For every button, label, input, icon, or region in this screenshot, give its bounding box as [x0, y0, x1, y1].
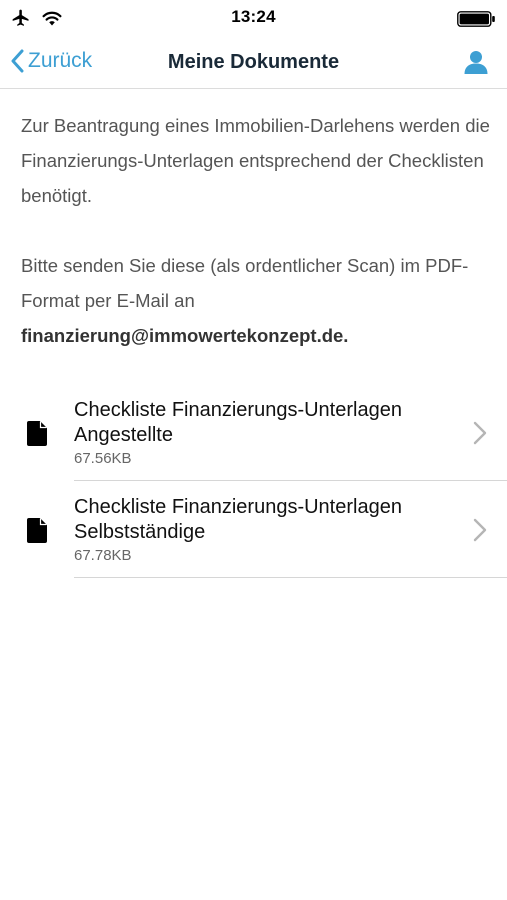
- navigation-bar: Zurück Meine Dokumente: [0, 36, 507, 89]
- file-icon: [27, 421, 47, 446]
- document-title: Checkliste Finanzierungs-Unterlagen Selb…: [74, 496, 402, 543]
- document-title: Checkliste Finanzierungs-Unterlagen Ange…: [74, 399, 402, 446]
- battery-icon: [457, 11, 497, 32]
- document-item-angestellte[interactable]: Checkliste Finanzierungs-Unterlagen Ange…: [0, 384, 507, 481]
- document-list: Checkliste Finanzierungs-Unterlagen Ange…: [0, 384, 507, 578]
- intro-paragraph-2: Bitte senden Sie diese (als ordentlicher…: [21, 248, 491, 353]
- status-time: 13:24: [231, 7, 276, 26]
- list-separator: [74, 577, 507, 578]
- document-item-selbststaendige[interactable]: Checkliste Finanzierungs-Unterlagen Selb…: [0, 481, 507, 578]
- document-size: 67.78KB: [74, 547, 132, 564]
- user-icon[interactable]: [463, 49, 489, 75]
- file-icon: [27, 518, 47, 543]
- chevron-right-icon: [473, 421, 487, 445]
- document-size: 67.56KB: [74, 450, 132, 467]
- chevron-right-icon: [473, 518, 487, 542]
- intro-paragraph-1: Zur Beantragung eines Immobilien-Darlehe…: [21, 115, 490, 206]
- status-bar: 13:24: [0, 0, 507, 36]
- page-title: Meine Dokumente: [167, 51, 340, 73]
- screen: 13:24 Zurück Meine Dokumente Zur Beantra…: [0, 0, 507, 900]
- intro-paragraph-2-text: Bitte senden Sie diese (als ordentlicher…: [21, 255, 469, 311]
- contact-email[interactable]: finanzierung@immowertekonzept.de.: [21, 325, 348, 346]
- intro-text: Zur Beantragung eines Immobilien-Darlehe…: [21, 108, 491, 353]
